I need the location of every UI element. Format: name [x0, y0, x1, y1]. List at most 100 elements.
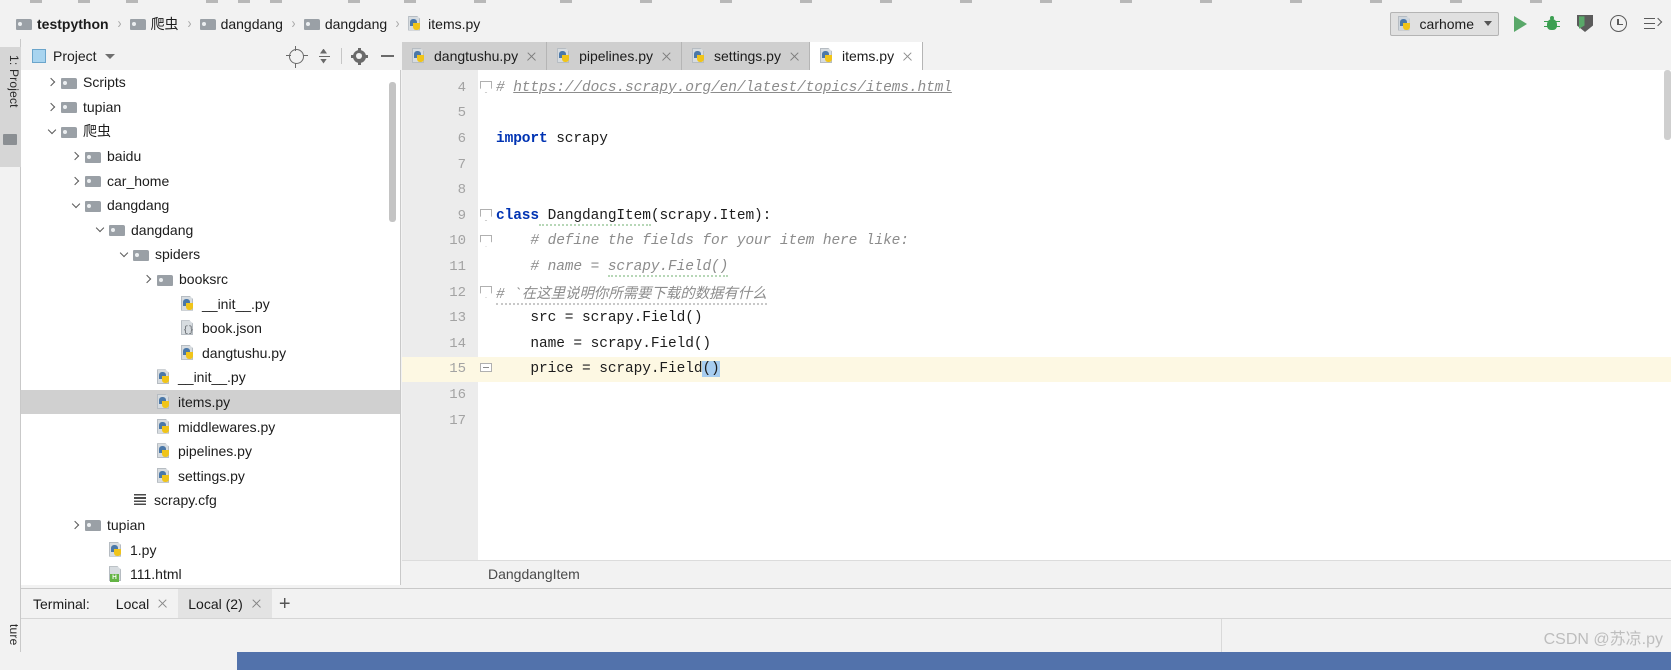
tree-item-dangdang[interactable]: dangdang	[21, 193, 400, 218]
chevron-down-icon[interactable]	[1484, 21, 1492, 26]
tree-item-booksrc[interactable]: booksrc	[21, 267, 400, 292]
tree-item-1py[interactable]: 1.py	[21, 537, 400, 562]
tree-item-dangtushupy[interactable]: dangtushu.py	[21, 341, 400, 366]
close-icon[interactable]	[661, 51, 672, 62]
chevron-right-icon[interactable]	[67, 144, 85, 168]
project-tree-scrollbar[interactable]	[389, 82, 396, 222]
close-icon[interactable]	[157, 598, 168, 609]
code-line[interactable]: 6 import scrapy	[402, 126, 1671, 152]
chevron-right-icon[interactable]	[67, 169, 85, 193]
code-line[interactable]: 9 class DangdangItem(scrapy.Item):	[402, 203, 1671, 229]
editor-tab-itemspy[interactable]: items.py	[809, 42, 924, 70]
tree-item-pipelinespy[interactable]: pipelines.py	[21, 439, 400, 464]
chevron-down-icon[interactable]	[67, 193, 85, 217]
python-file-icon	[181, 344, 196, 361]
code-fold-marker[interactable]	[480, 209, 493, 222]
code-fold-marker[interactable]	[480, 81, 493, 94]
line-number: 5	[457, 105, 466, 122]
tree-item-label: Scripts	[83, 74, 126, 91]
tree-item-baidu[interactable]: baidu	[21, 144, 400, 169]
project-tree[interactable]: Scripts tupian 爬虫 baidu car_home dangdang dang…	[21, 70, 401, 585]
code-fold-marker[interactable]	[480, 285, 493, 299]
run-play-icon[interactable]	[1514, 15, 1527, 32]
tree-item-dangdang[interactable]: dangdang	[21, 218, 400, 243]
code-line[interactable]: 14 name = scrapy.Field()	[402, 331, 1671, 357]
editor-tab-dangtushupy[interactable]: dangtushu.py	[402, 42, 548, 70]
tree-item-bookjson[interactable]: {} book.json	[21, 316, 400, 341]
close-icon[interactable]	[251, 598, 262, 609]
close-icon[interactable]	[526, 51, 537, 62]
run-with-coverage-icon[interactable]	[1577, 15, 1593, 32]
code-line[interactable]: 16	[402, 382, 1671, 408]
code-line[interactable]: 15 price = scrapy.Field()	[402, 356, 1671, 383]
editor-tab-settingspy[interactable]: settings.py	[682, 42, 810, 70]
tree-item-[interactable]: 爬虫	[21, 119, 400, 144]
chevron-down-icon[interactable]	[104, 53, 115, 59]
tool-window-tab-project[interactable]: 1: Project	[0, 47, 21, 167]
code-line[interactable]: 17	[402, 408, 1671, 434]
collapse-all-icon[interactable]	[310, 43, 338, 69]
tree-item-label: middlewares.py	[178, 418, 276, 435]
editor-scrollbar[interactable]	[1664, 70, 1671, 140]
chevron-right-icon[interactable]	[67, 513, 85, 537]
breadcrumb-item-dangdang-outer[interactable]: dangdang	[199, 8, 283, 39]
breadcrumb-separator-icon: ›	[395, 15, 400, 32]
breadcrumb-item-paqiu[interactable]: 爬虫	[129, 8, 179, 39]
hide-panel-icon[interactable]	[373, 43, 401, 69]
debug-bug-icon[interactable]	[1544, 15, 1560, 32]
code-line[interactable]: 4 # https://docs.scrapy.org/en/latest/top…	[402, 75, 1671, 101]
project-tab-icon	[3, 134, 17, 145]
tree-item-label: settings.py	[178, 467, 245, 484]
folder-icon	[85, 199, 101, 212]
code-line[interactable]: 5	[402, 101, 1671, 127]
code-editor[interactable]: 4 # https://docs.scrapy.org/en/latest/top…	[402, 70, 1671, 560]
code-line[interactable]: 8	[402, 177, 1671, 203]
project-title-group[interactable]: Project	[32, 48, 115, 64]
folder-icon	[109, 223, 125, 237]
breadcrumb-item-items-py[interactable]: items.py	[408, 8, 480, 39]
code-line[interactable]: 11 # name = scrapy.Field()	[402, 254, 1671, 280]
profiler-icon[interactable]	[1610, 15, 1627, 32]
code-fold-marker[interactable]	[480, 362, 493, 376]
code-fold-marker[interactable]	[480, 234, 493, 248]
run-configuration-selector[interactable]: carhome	[1389, 11, 1499, 36]
chevron-right-icon[interactable]	[43, 70, 61, 94]
chevron-down-icon[interactable]	[115, 242, 133, 266]
tree-item-scrapycfg[interactable]: scrapy.cfg	[21, 488, 400, 513]
more-run-options-icon[interactable]	[1644, 17, 1663, 31]
breadcrumb-item-dangdang-inner[interactable]: dangdang	[303, 8, 387, 39]
tree-item-111html[interactable]: H 111.html	[21, 562, 400, 585]
tree-item-initpy[interactable]: __init__.py	[21, 291, 400, 316]
tree-item-spiders[interactable]: spiders	[21, 242, 400, 267]
terminal-tab-local[interactable]: Local	[106, 589, 178, 619]
tree-item-label: pipelines.py	[178, 443, 252, 460]
code-line[interactable]: 13 src = scrapy.Field()	[402, 305, 1671, 331]
code-line[interactable]: 10 # define the fields for your item her…	[402, 229, 1671, 255]
close-icon[interactable]	[902, 51, 913, 62]
tree-item-tupian[interactable]: tupian	[21, 95, 400, 120]
editor-tab-pipelinespy[interactable]: pipelines.py	[547, 42, 683, 70]
chevron-down-icon[interactable]	[43, 119, 61, 143]
line-number: 16	[449, 386, 466, 403]
chevron-right-icon[interactable]	[43, 95, 61, 119]
tree-item-middlewarespy[interactable]: middlewares.py	[21, 414, 400, 439]
settings-gear-icon[interactable]	[345, 43, 373, 69]
code-line[interactable]: 12 # `在这里说明你所需要下载的数据有什么	[402, 280, 1671, 306]
code-line[interactable]: 7	[402, 152, 1671, 178]
close-icon[interactable]	[789, 51, 800, 62]
terminal-tab-local-2[interactable]: Local (2)	[178, 588, 272, 619]
new-terminal-tab-button[interactable]: +	[272, 589, 298, 619]
tree-item-scripts[interactable]: Scripts	[21, 70, 400, 95]
breadcrumb-label: items.py	[428, 15, 481, 32]
code-content[interactable]: 4 # https://docs.scrapy.org/en/latest/top…	[402, 70, 1671, 560]
chevron-down-icon[interactable]	[91, 218, 109, 242]
tree-item-settingspy[interactable]: settings.py	[21, 464, 400, 489]
tree-item-itemspy[interactable]: items.py	[21, 389, 400, 415]
tree-item-initpy[interactable]: __init__.py	[21, 365, 400, 390]
locate-target-icon[interactable]	[282, 43, 310, 69]
tree-item-carhome[interactable]: car_home	[21, 168, 400, 193]
tree-item-tupian[interactable]: tupian	[21, 513, 400, 538]
chevron-right-icon[interactable]	[139, 267, 157, 291]
breadcrumb-item-testpython[interactable]: testpython	[16, 8, 109, 39]
